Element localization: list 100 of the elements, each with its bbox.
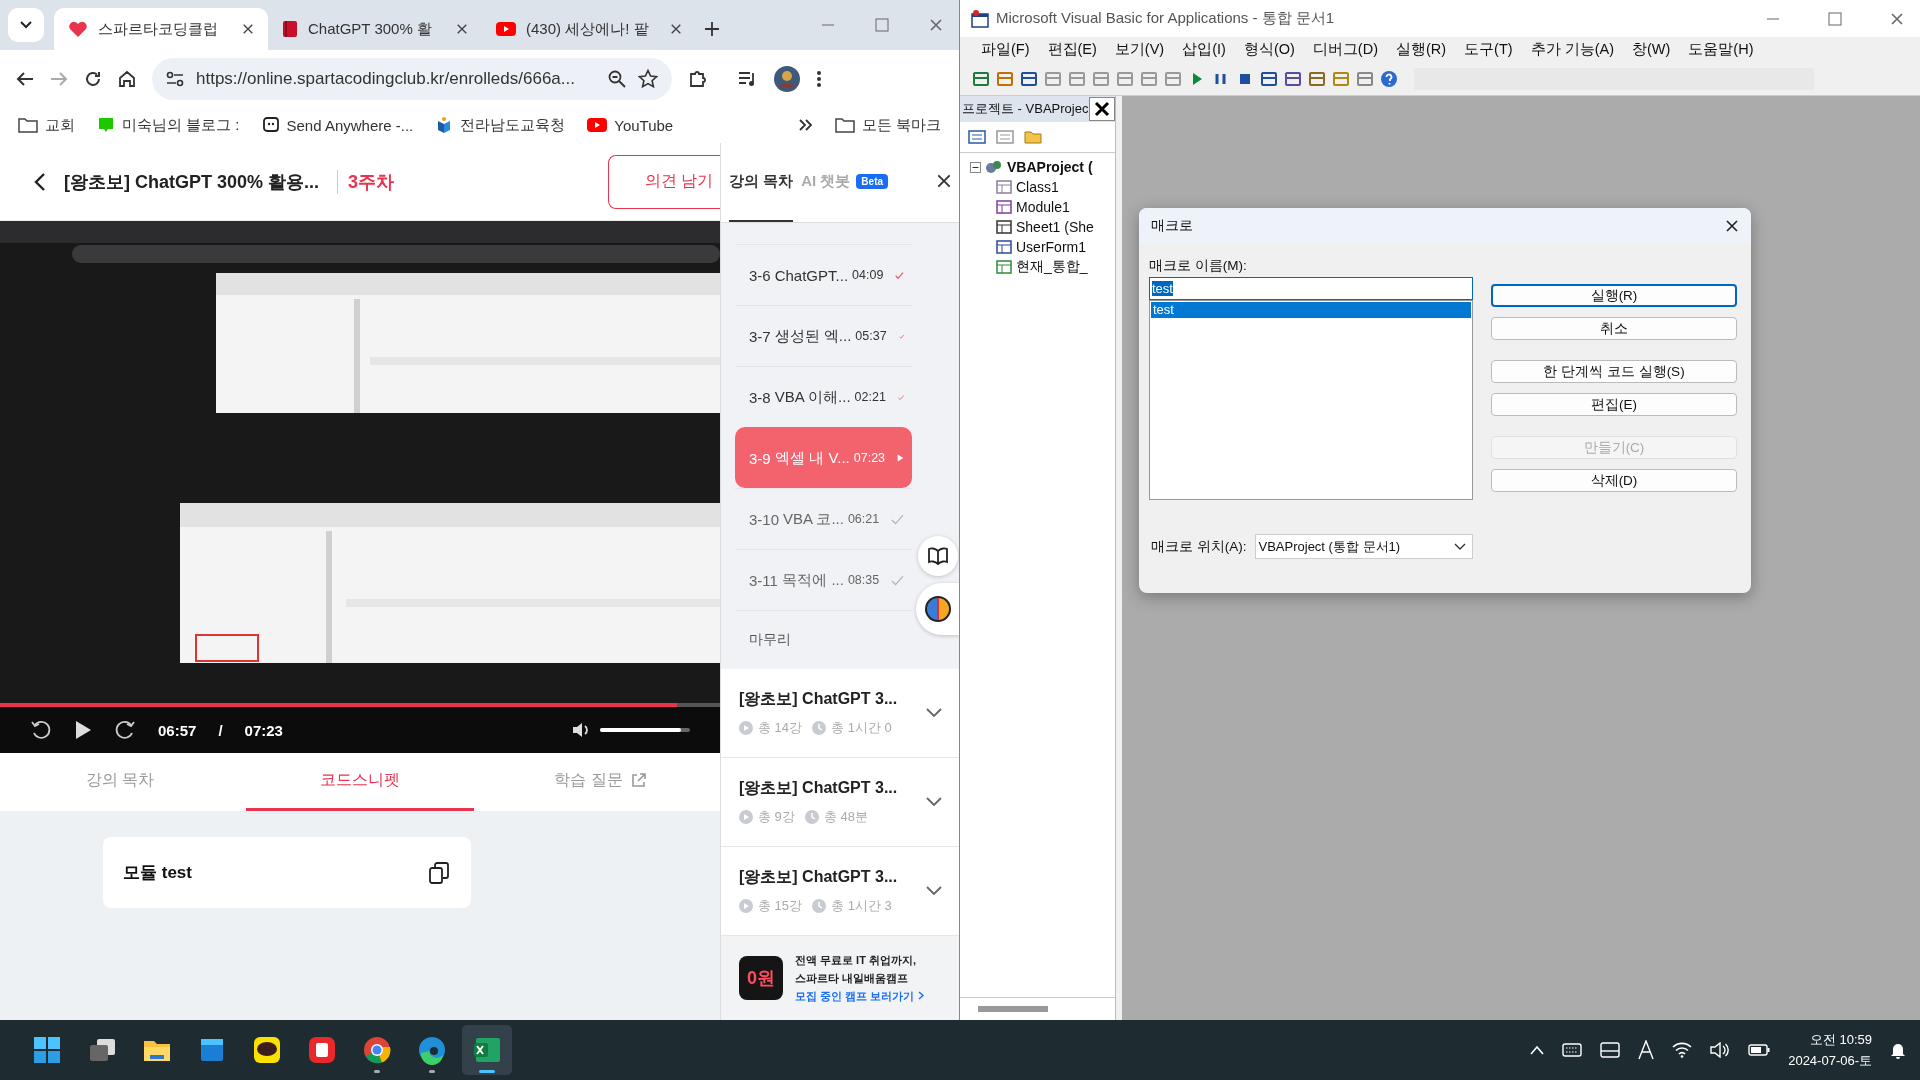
folder-icon[interactable]	[1024, 130, 1042, 144]
location-dropdown[interactable]: VBAProject (통합 문서1)	[1254, 534, 1473, 559]
forward-icon[interactable]	[114, 719, 136, 741]
tree-item[interactable]: UserForm1	[1016, 239, 1086, 255]
sidebar-tab[interactable]: AI 챗봇 Beta	[801, 143, 889, 222]
clock[interactable]: 오전 10:59 2024-07-06-토	[1788, 1030, 1872, 1070]
chevron-down-icon	[1454, 542, 1466, 551]
pen-icon[interactable]	[1638, 1040, 1655, 1060]
close-icon[interactable]	[456, 23, 468, 35]
browser-tab[interactable]: 스파르타코딩클럽	[54, 8, 268, 50]
new-tab-icon[interactable]	[704, 21, 720, 37]
lesson-item[interactable]: 3-10 VBA 코... 06:21	[735, 488, 912, 549]
book-button[interactable]	[918, 536, 958, 576]
back-icon[interactable]	[16, 70, 34, 87]
tree-item[interactable]: Module1	[1016, 199, 1070, 215]
bookmark[interactable]: YouTube	[587, 116, 674, 134]
course-section[interactable]: [왕초보] ChatGPT 3... 총 9강 총 48분	[721, 758, 959, 847]
extensions-icon[interactable]	[688, 68, 708, 89]
bookmark[interactable]: 미숙님의 블로그 :	[97, 115, 240, 135]
chevron-icon[interactable]	[926, 886, 942, 896]
menu-item[interactable]: 도구(T)	[1455, 40, 1522, 59]
menu-item[interactable]: 창(W)	[1623, 40, 1680, 59]
chevron-icon[interactable]	[926, 708, 942, 718]
course-section[interactable]: [왕초보] ChatGPT 3... 총 15강 총 1시간 3	[721, 847, 959, 936]
tree-item[interactable]: 현재_통합_	[1016, 258, 1088, 276]
avatar-icon[interactable]	[774, 65, 800, 92]
dialog-button[interactable]: 편집(E)	[1491, 393, 1737, 416]
feedback-button[interactable]: 의견 남기	[608, 154, 720, 209]
scrollbar-thumb[interactable]	[978, 1006, 1048, 1012]
keyboard-icon[interactable]	[1562, 1043, 1583, 1057]
bookmark[interactable]: Send Anywhere -...	[261, 116, 414, 134]
tree-item[interactable]: VBAProject (	[1007, 159, 1093, 175]
tab-search-button[interactable]	[8, 8, 44, 42]
volume-icon[interactable]	[1710, 1042, 1731, 1058]
play-icon[interactable]	[74, 720, 92, 740]
battery-icon[interactable]	[1748, 1044, 1771, 1056]
sheet-icon	[996, 219, 1012, 235]
course-section[interactable]: [왕초보] ChatGPT 3... 총 14강 총 1시간 0	[721, 669, 959, 758]
brain-button[interactable]	[916, 583, 959, 635]
wifi-icon[interactable]	[1672, 1042, 1693, 1058]
reload-icon[interactable]	[84, 69, 102, 88]
rewind-icon[interactable]	[30, 719, 52, 741]
workbook-icon	[996, 259, 1012, 275]
menu-item[interactable]: 보기(V)	[1105, 40, 1174, 59]
menu-item[interactable]: 삽입(I)	[1173, 40, 1235, 59]
clock-icon	[812, 721, 827, 735]
chevron-icon[interactable]	[926, 797, 942, 807]
list-item[interactable]: test	[1151, 302, 1471, 318]
tree-item[interactable]: Sheet1 (She	[1016, 219, 1094, 235]
tablet-icon[interactable]	[1600, 1042, 1621, 1058]
bookmark[interactable]: 전라남도교육청	[435, 115, 566, 135]
menu-item[interactable]: 실행(R)	[1386, 40, 1456, 59]
menu-item[interactable]: 추가 기능(A)	[1521, 40, 1623, 59]
dialog-button[interactable]: 취소	[1491, 317, 1737, 340]
back-icon[interactable]	[34, 171, 46, 192]
send-icon	[261, 116, 280, 134]
chevron-icon[interactable]	[798, 119, 813, 131]
lesson-item[interactable]: 3-7 생성된 엑... 05:37	[735, 305, 912, 366]
bookmark[interactable]: 모든 북마크	[834, 115, 941, 135]
lesson-item[interactable]: 마무리	[749, 631, 791, 649]
dialog-button[interactable]: 실행(R)	[1491, 284, 1737, 307]
browser-tab[interactable]: (430) 세상에나! 팥	[482, 8, 696, 50]
close-icon[interactable]	[242, 23, 254, 35]
chevron-up-icon[interactable]	[1530, 1045, 1545, 1055]
macro-list[interactable]: test	[1149, 300, 1473, 500]
browser-icon	[417, 1035, 447, 1065]
collapse-toggle[interactable]	[970, 161, 981, 173]
menu-item[interactable]: 편집(E)	[1038, 40, 1106, 59]
address-bar[interactable]: https://online.spartacodingclub.kr/enrolleds/666a...	[152, 57, 672, 100]
help-icon[interactable]	[1380, 69, 1398, 88]
home-icon[interactable]	[118, 69, 136, 88]
close-button[interactable]	[1089, 97, 1115, 121]
tree-item[interactable]: Class1	[1016, 179, 1059, 195]
macro-name-field[interactable]: test	[1149, 277, 1473, 300]
bell-icon[interactable]	[1890, 1041, 1906, 1059]
menu-item[interactable]: 파일(F)	[972, 40, 1039, 59]
dialog-button[interactable]: 한 단계씩 코드 실행(S)	[1491, 360, 1737, 383]
close-icon[interactable]	[670, 23, 682, 35]
menu-item[interactable]: 형식(O)	[1234, 40, 1304, 59]
close-icon[interactable]	[936, 172, 952, 189]
star-icon[interactable]	[638, 68, 658, 89]
browser-tab[interactable]: ChatGPT 300% 활	[268, 8, 482, 50]
snippet-card[interactable]: 모듈 test	[103, 837, 471, 908]
chevron-down-icon[interactable]	[20, 21, 32, 29]
site-settings-icon[interactable]	[166, 70, 184, 87]
zoom-icon[interactable]	[608, 69, 626, 88]
menu-item[interactable]: 디버그(D)	[1303, 40, 1387, 59]
folder-icon	[18, 117, 38, 133]
view-code-icon[interactable]	[968, 130, 986, 144]
menu-icon[interactable]	[816, 69, 822, 88]
lesson-item[interactable]: 3-6 ChatGPT... 04:09	[735, 244, 912, 305]
current-time: 06:57	[158, 721, 197, 739]
dialog-button[interactable]: 삭제(D)	[1491, 469, 1737, 492]
close-icon[interactable]	[1725, 219, 1739, 233]
sidebar-tab[interactable]: 강의 목차	[729, 143, 794, 222]
bookmark[interactable]: 교회	[18, 115, 75, 135]
lesson-item[interactable]: 3-11 목적에 ... 08:35	[735, 549, 912, 610]
menu-item[interactable]: 도움말(H)	[1679, 40, 1763, 59]
play-logo-icon	[496, 22, 516, 36]
browser-icon	[362, 1035, 392, 1065]
